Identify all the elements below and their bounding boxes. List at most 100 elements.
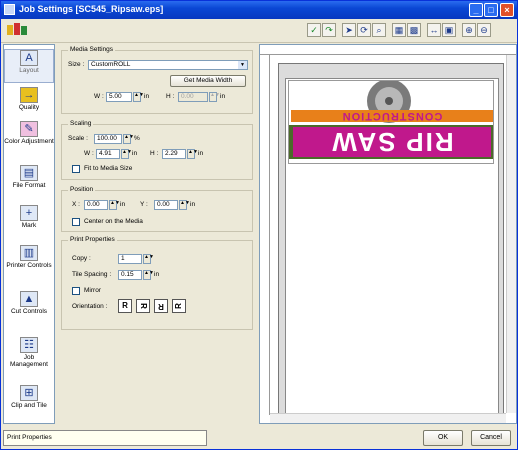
- app-icon: [4, 4, 15, 15]
- tile-spacing-input[interactable]: 0.15: [118, 270, 142, 280]
- media-w-label: W :: [94, 93, 104, 100]
- top-ruler: [260, 45, 516, 55]
- y-label: Y :: [140, 201, 148, 208]
- y-unit: in: [190, 201, 196, 208]
- sidebar-item-mark[interactable]: + Mark: [4, 205, 54, 239]
- tile-spacing-stepper[interactable]: ▲▼: [143, 270, 154, 280]
- window-title: Job Settings [SC545_Ripsaw.eps]: [19, 4, 164, 14]
- sidebar-item-label: Clip and Tile: [11, 402, 47, 409]
- rotate-icon[interactable]: ⟳: [357, 23, 371, 37]
- scaling-group: Scaling Scale : 100.00 ▲▼ % W : 4.91 ▲▼ …: [61, 120, 253, 180]
- sidebar-item-label: Layout: [19, 67, 39, 74]
- y-input[interactable]: 0.00: [154, 200, 178, 210]
- apply-icon[interactable]: ✓: [307, 23, 321, 37]
- sidebar-item-color-adjustment[interactable]: ✎ Color Adjustment: [4, 121, 54, 159]
- quality-icon: →: [20, 87, 38, 103]
- scale-width-input[interactable]: 4.91: [96, 149, 120, 159]
- sidebar-item-clip-and-tile[interactable]: ⊞ Clip and Tile: [4, 385, 54, 419]
- zoom-out-icon[interactable]: ⊖: [477, 23, 491, 37]
- group-title: Print Properties: [68, 236, 117, 243]
- copy-stepper[interactable]: ▲▼: [143, 254, 154, 264]
- sidebar-item-job-management[interactable]: ☷ Job Management: [4, 337, 54, 379]
- app-logo-icon: [7, 23, 29, 37]
- color-adjustment-icon: ✎: [20, 121, 38, 137]
- fit-to-media-checkbox[interactable]: [72, 165, 80, 173]
- scale-w-unit: in: [132, 150, 138, 157]
- vertical-scrollbar[interactable]: [506, 55, 516, 413]
- get-media-width-button[interactable]: Get Media Width: [170, 75, 246, 87]
- redo-icon[interactable]: ↷: [322, 23, 336, 37]
- maximize-button[interactable]: □: [484, 3, 498, 17]
- media-width-stepper[interactable]: ▲▼: [133, 92, 144, 102]
- orientation-0-button[interactable]: R: [118, 299, 132, 313]
- fit-page-icon[interactable]: ▣: [442, 23, 456, 37]
- grid-icon[interactable]: ▦: [392, 23, 406, 37]
- sidebar-item-cut-controls[interactable]: ▲ Cut Controls: [4, 291, 54, 333]
- media-preview: CONSTRUCTION RIP SAW: [278, 63, 504, 415]
- ok-button[interactable]: OK: [423, 430, 463, 446]
- tile-spacing-unit: in: [154, 271, 160, 278]
- artwork-preview[interactable]: CONSTRUCTION RIP SAW: [288, 80, 494, 164]
- preview-area[interactable]: CONSTRUCTION RIP SAW: [259, 44, 517, 424]
- media-width-input[interactable]: 5.00: [106, 92, 132, 102]
- sidebar-item-quality[interactable]: → Quality: [4, 87, 54, 117]
- tile-icon[interactable]: ▩: [407, 23, 421, 37]
- sidebar-item-label: Color Adjustment: [4, 138, 54, 145]
- sidebar-item-file-format[interactable]: ▤ File Format: [4, 165, 54, 199]
- paper-preview: CONSTRUCTION RIP SAW: [285, 78, 499, 414]
- cancel-button[interactable]: Cancel: [471, 430, 511, 446]
- media-settings-group: Media Settings Size : CustomROLL ▼ Get M…: [61, 46, 253, 114]
- layout-icon: A: [20, 50, 38, 66]
- group-title: Position: [68, 186, 96, 193]
- orientation-180-button[interactable]: R: [154, 299, 168, 313]
- cut-controls-icon: ▲: [20, 291, 38, 307]
- sidebar-item-layout[interactable]: A Layout: [4, 49, 54, 83]
- fit-width-icon[interactable]: ↔: [427, 23, 441, 37]
- zoom-icon[interactable]: ⌕: [372, 23, 386, 37]
- horizontal-scrollbar[interactable]: [270, 413, 506, 423]
- center-on-media-label: Center on the Media: [84, 218, 143, 225]
- size-label: Size :: [68, 61, 85, 68]
- scale-w-label: W :: [84, 150, 94, 157]
- scale-input[interactable]: 100.00: [94, 134, 122, 144]
- media-height-input: 0.00: [178, 92, 208, 102]
- minimize-button[interactable]: _: [469, 3, 483, 17]
- scale-h-label: H :: [150, 150, 159, 157]
- scale-height-input[interactable]: 2.29: [162, 149, 186, 159]
- job-settings-window: Job Settings [SC545_Ripsaw.eps] _ □ × ✓ …: [0, 0, 518, 450]
- scale-width-stepper[interactable]: ▲▼: [121, 149, 132, 159]
- close-button[interactable]: ×: [500, 3, 514, 17]
- sidebar-item-label: File Format: [12, 182, 46, 189]
- mark-icon: +: [20, 205, 38, 221]
- x-unit: in: [120, 201, 126, 208]
- x-label: X :: [72, 201, 80, 208]
- center-on-media-checkbox[interactable]: [72, 218, 80, 226]
- orientation-270-button[interactable]: R: [172, 299, 186, 313]
- size-dropdown[interactable]: CustomROLL ▼: [88, 60, 248, 70]
- toolbar: ✓ ↷ ➤ ⟳ ⌕ ▦ ▩ ↔ ▣ ⊕ ⊖: [1, 19, 517, 43]
- zoom-in-icon[interactable]: ⊕: [462, 23, 476, 37]
- clip-and-tile-icon: ⊞: [20, 385, 38, 401]
- scale-label: Scale :: [68, 135, 88, 142]
- orientation-buttons: R R R R: [118, 299, 198, 315]
- category-sidebar: A Layout → Quality ✎ Color Adjustment ▤ …: [3, 44, 55, 424]
- media-h-unit: in: [220, 93, 226, 100]
- orientation-90-button[interactable]: R: [136, 299, 150, 313]
- title-bar: Job Settings [SC545_Ripsaw.eps] _ □ ×: [1, 1, 517, 19]
- sidebar-item-printer-controls[interactable]: ▥ Printer Controls: [4, 245, 54, 287]
- scale-stepper[interactable]: ▲▼: [123, 134, 134, 144]
- scale-height-stepper[interactable]: ▲▼: [187, 149, 198, 159]
- pointer-icon[interactable]: ➤: [342, 23, 356, 37]
- sidebar-item-label: Quality: [18, 104, 40, 111]
- y-stepper[interactable]: ▲▼: [179, 200, 190, 210]
- file-format-icon: ▤: [20, 165, 38, 181]
- x-input[interactable]: 0.00: [84, 200, 108, 210]
- job-management-icon: ☷: [20, 337, 38, 353]
- copy-label: Copy :: [72, 255, 91, 262]
- x-stepper[interactable]: ▲▼: [109, 200, 120, 210]
- mirror-checkbox[interactable]: [72, 287, 80, 295]
- orientation-label: Orientation :: [72, 303, 108, 310]
- sidebar-item-label: Printer Controls: [6, 262, 52, 269]
- copy-input[interactable]: 1: [118, 254, 142, 264]
- status-bar: Print Properties: [3, 430, 207, 446]
